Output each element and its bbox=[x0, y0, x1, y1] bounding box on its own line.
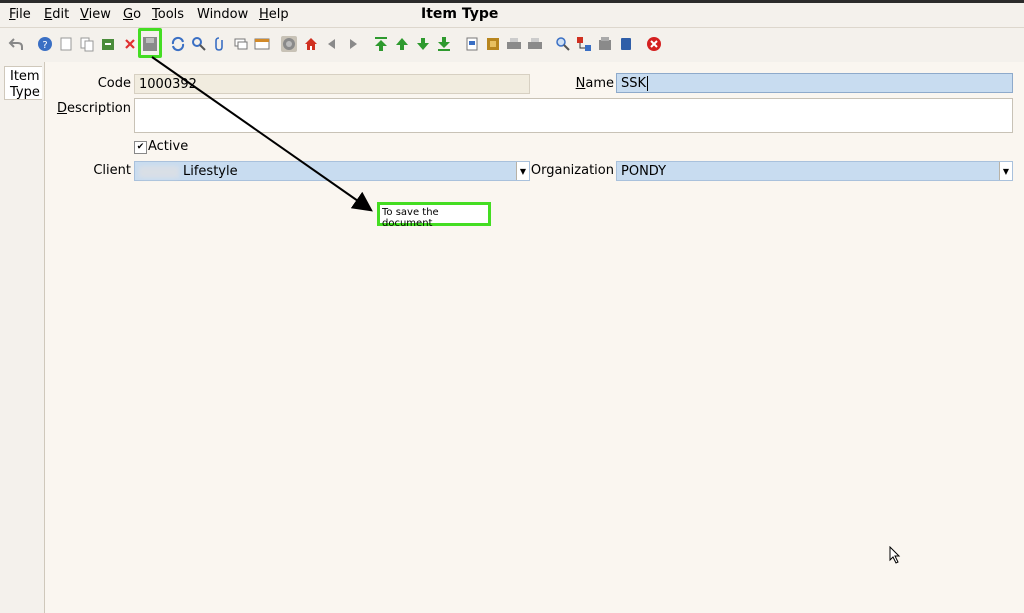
menu-bar: File Edit View Go Tools Window Help Item… bbox=[0, 3, 1024, 28]
home-icon[interactable] bbox=[303, 36, 319, 52]
code-label: Code bbox=[97, 76, 131, 91]
chat-icon[interactable] bbox=[233, 36, 249, 52]
undo-icon[interactable] bbox=[8, 36, 24, 52]
find-icon[interactable] bbox=[191, 36, 207, 52]
back-icon[interactable] bbox=[324, 36, 340, 52]
last-record-icon[interactable] bbox=[436, 36, 452, 52]
tab-item-type[interactable]: Item Type bbox=[4, 66, 42, 100]
save-tooltip-annotation: To save the document bbox=[377, 202, 491, 229]
active-checkbox[interactable]: ✔ bbox=[134, 141, 147, 154]
previous-record-icon[interactable] bbox=[394, 36, 410, 52]
tab-label-line2: Type bbox=[10, 85, 40, 100]
delete-icon[interactable] bbox=[122, 36, 138, 52]
tab-label-line1: Item bbox=[10, 69, 40, 84]
forward-icon[interactable] bbox=[345, 36, 361, 52]
tab-strip: Item Type bbox=[0, 62, 44, 613]
new-record-icon[interactable] bbox=[58, 36, 74, 52]
organization-select[interactable]: PONDY ▼ bbox=[616, 161, 1013, 181]
menu-file[interactable]: File bbox=[9, 7, 31, 22]
client-select[interactable]: Lifestyle ▼ bbox=[134, 161, 530, 181]
archive-icon[interactable] bbox=[100, 36, 116, 52]
menu-go[interactable]: Go bbox=[123, 7, 141, 22]
chevron-down-icon[interactable]: ▼ bbox=[999, 162, 1012, 180]
product-info-icon[interactable] bbox=[597, 36, 613, 52]
menu-window[interactable]: Window bbox=[197, 7, 248, 22]
attachment-icon[interactable] bbox=[212, 36, 228, 52]
active-label: Active bbox=[148, 139, 189, 154]
menu-edit[interactable]: Edit bbox=[44, 7, 69, 22]
client-redacted bbox=[139, 165, 179, 178]
workflow-icon[interactable] bbox=[576, 36, 592, 52]
description-field[interactable] bbox=[134, 98, 1013, 133]
name-field[interactable]: SSK bbox=[616, 73, 1013, 93]
print-preview-icon[interactable] bbox=[527, 36, 543, 52]
name-label: Name bbox=[575, 76, 614, 91]
archive-view-icon[interactable] bbox=[485, 36, 501, 52]
report-icon[interactable] bbox=[464, 36, 480, 52]
code-field[interactable]: 1000392 bbox=[134, 74, 530, 94]
menu-tools[interactable]: Tools bbox=[152, 7, 184, 22]
lock-icon[interactable] bbox=[618, 36, 634, 52]
history-icon[interactable] bbox=[281, 36, 297, 52]
zoom-icon[interactable] bbox=[555, 36, 571, 52]
help-icon[interactable]: ? bbox=[37, 36, 53, 52]
window-title: Item Type bbox=[421, 6, 499, 22]
menu-help[interactable]: Help bbox=[259, 7, 289, 22]
print-icon[interactable] bbox=[506, 36, 522, 52]
organization-label: Organization bbox=[530, 163, 614, 178]
client-label: Client bbox=[93, 163, 131, 178]
save-button-highlight bbox=[138, 28, 162, 58]
close-window-icon[interactable] bbox=[646, 36, 662, 52]
mouse-cursor-icon bbox=[889, 546, 901, 564]
grid-toggle-icon[interactable] bbox=[254, 36, 270, 52]
menu-view[interactable]: View bbox=[80, 7, 111, 22]
description-label: Description bbox=[56, 101, 131, 116]
svg-text:?: ? bbox=[42, 40, 47, 51]
copy-record-icon[interactable] bbox=[79, 36, 95, 52]
next-record-icon[interactable] bbox=[415, 36, 431, 52]
refresh-icon[interactable] bbox=[170, 36, 186, 52]
form-panel: Code 1000392 Name SSK Description ✔ Acti… bbox=[44, 62, 1024, 613]
first-record-icon[interactable] bbox=[373, 36, 389, 52]
